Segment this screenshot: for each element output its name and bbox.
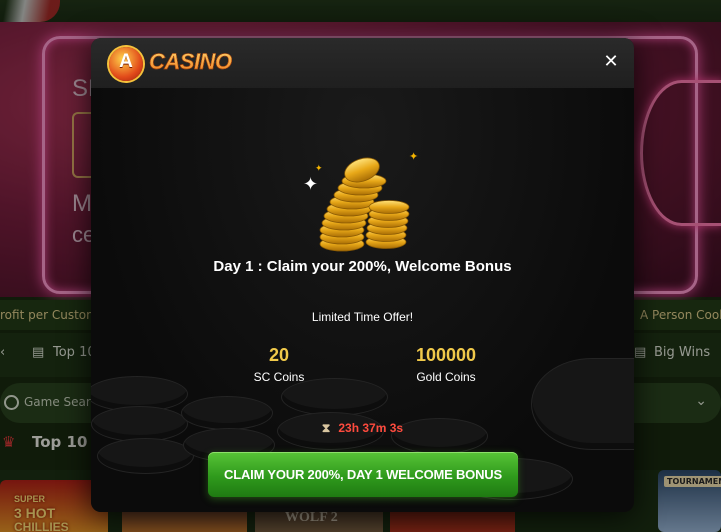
sparkle-icon: ✦ — [315, 164, 323, 174]
gold-coins-stat: 100000 Gold Coins — [376, 345, 516, 384]
sparkle-icon: ✦ — [303, 174, 319, 195]
gold-coins-value: 100000 — [415, 345, 477, 365]
bonus-title: Day 1 : Claim your 200%, Welcome Bonus — [213, 258, 512, 275]
claim-bonus-button[interactable]: CLAIM YOUR 200%, DAY 1 WELCOME BONUS — [208, 452, 518, 497]
hourglass-icon: ⧗ — [321, 421, 331, 435]
welcome-bonus-modal: A CASINO ✕ ✦ ✦ ✦ Day 1: Claim your 200%… — [91, 38, 634, 512]
countdown-value: 23h 37m 3s — [338, 421, 404, 435]
gold-coins-label: Gold Coins — [416, 370, 476, 384]
sparkle-icon: ✦ — [409, 150, 419, 163]
limited-offer-text: Limited Time Offer! — [311, 310, 414, 324]
modal-header: A CASINO ✕ — [91, 38, 634, 88]
sc-coins-label: SC Coins — [253, 370, 305, 384]
countdown-timer: ⧗ 23h 37m 3s — [91, 421, 634, 436]
modal-body: ✦ ✦ ✦ Day 1 : Claim your 200%, Welcome B… — [91, 88, 634, 512]
logo-badge-letter: A — [119, 51, 133, 72]
casino-logo-icon: A — [109, 47, 143, 81]
brand-logo-text: CASINO — [149, 49, 233, 75]
sc-coins-value: 20 — [268, 345, 290, 365]
close-icon[interactable]: ✕ — [600, 51, 622, 73]
sc-coins-stat: 20 SC Coins — [209, 345, 349, 384]
